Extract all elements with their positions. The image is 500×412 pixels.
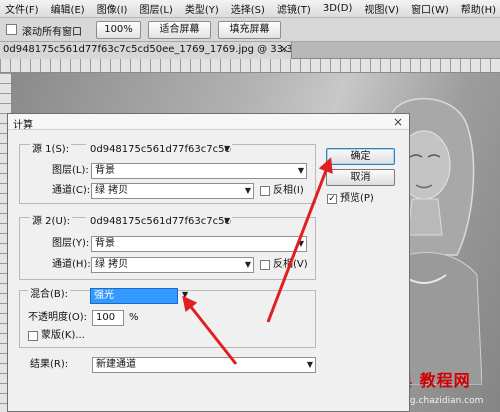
menu-view[interactable]: 视图(V)	[359, 1, 406, 16]
source1-file-value: 0d948175c561d77f63c7c5cd...	[90, 144, 232, 155]
blend-label: 混合(B):	[28, 288, 71, 302]
dialog-titlebar[interactable]: 计算 ×	[8, 114, 409, 131]
zoom-100-button[interactable]: 100%	[96, 21, 141, 39]
fill-screen-button[interactable]: 填充屏幕	[218, 21, 281, 39]
mask-label[interactable]: 蒙版(K)...	[41, 329, 85, 343]
source1-channel-label: 通道(C):	[52, 185, 91, 196]
source1-invert-checkbox[interactable]	[260, 186, 270, 196]
source1-layer-label: 图层(L):	[52, 165, 89, 176]
horizontal-ruler	[0, 59, 500, 73]
calculations-dialog: 计算 × 源 1(S): 0d948175c561d77f63c7c5cd...…	[7, 113, 410, 412]
chevron-down-icon[interactable]: ▼	[224, 142, 230, 156]
menu-bar: 文件(F) 编辑(E) 图像(I) 图层(L) 类型(Y) 选择(S) 滤镜(T…	[0, 0, 500, 18]
chevron-down-icon[interactable]: ▼	[224, 214, 230, 228]
menu-type[interactable]: 类型(Y)	[180, 1, 226, 16]
preview-checkbox[interactable]: ✓	[327, 194, 337, 204]
ok-button[interactable]: 确定	[326, 148, 395, 165]
options-bar: 滚动所有窗口 100% 适合屏幕 填充屏幕	[0, 18, 500, 42]
dialog-title: 计算	[13, 120, 33, 131]
blend-mode-value: 强光	[94, 290, 114, 301]
menu-layer[interactable]: 图层(L)	[134, 1, 179, 16]
menu-select[interactable]: 选择(S)	[226, 1, 272, 16]
source1-label: 源 1(S):	[30, 143, 72, 157]
chevron-down-icon[interactable]: ▼	[182, 288, 188, 302]
source1-layer-value: 背景	[95, 165, 115, 176]
source2-label: 源 2(U):	[30, 215, 73, 229]
menu-edit[interactable]: 编辑(E)	[46, 1, 92, 16]
document-tab-bar: 0d948175c561d77f63c7c5cd50ee_1769_1769.j…	[0, 42, 500, 59]
source2-file-value: 0d948175c561d77f63c7c5cd...	[90, 216, 232, 227]
source2-file-select[interactable]: 0d948175c561d77f63c7c5cd...	[86, 214, 232, 230]
source2-layer-label: 图层(Y):	[52, 238, 90, 249]
source1-channel-value: 绿 拷贝	[95, 185, 129, 196]
menu-image[interactable]: 图像(I)	[92, 1, 135, 16]
preview-label: 预览(P)	[340, 193, 374, 204]
source1-invert-label: 反相(I)	[273, 185, 304, 196]
result-select[interactable]: 新建通道 ▼	[92, 357, 316, 373]
source2-layer-select[interactable]: 背景 ▼	[91, 236, 307, 252]
menu-filter[interactable]: 滤镜(T)	[272, 1, 318, 16]
menu-3d[interactable]: 3D(D)	[318, 3, 360, 14]
result-value: 新建通道	[96, 359, 136, 370]
source2-channel-value: 绿 拷贝	[95, 259, 129, 270]
source2-layer-value: 背景	[95, 238, 115, 249]
opacity-input[interactable]: 100	[92, 310, 124, 326]
cancel-button[interactable]: 取消	[326, 169, 395, 186]
source1-file-select[interactable]: 0d948175c561d77f63c7c5cd...	[86, 142, 232, 158]
chevron-down-icon: ▼	[306, 360, 313, 369]
source2-channel-label: 通道(H):	[52, 259, 91, 270]
opacity-label: 不透明度(O):	[28, 312, 88, 323]
source2-channel-select[interactable]: 绿 拷贝 ▼	[91, 257, 254, 273]
scroll-all-label: 滚动所有窗口	[22, 27, 82, 38]
source2-invert-checkbox[interactable]	[260, 260, 270, 270]
document-tab[interactable]: 0d948175c561d77f63c7c5cd50ee_1769_1769.j…	[0, 42, 292, 59]
scroll-all-checkbox[interactable]	[6, 24, 17, 35]
dialog-close-icon[interactable]: ×	[393, 115, 403, 129]
source2-invert-label: 反相(V)	[273, 259, 308, 270]
close-tab-icon[interactable]: ×	[280, 44, 288, 55]
source1-channel-select[interactable]: 绿 拷贝 ▼	[91, 183, 254, 199]
chevron-down-icon: ▼	[297, 239, 304, 248]
source1-layer-select[interactable]: 背景 ▼	[91, 163, 307, 179]
document-tab-title: 0d948175c561d77f63c7c5cd50ee_1769_1769.j…	[3, 44, 292, 55]
mask-checkbox[interactable]	[28, 331, 38, 341]
result-label: 结果(R):	[30, 359, 69, 370]
menu-file[interactable]: 文件(F)	[0, 1, 46, 16]
opacity-unit: %	[129, 312, 139, 323]
menu-window[interactable]: 窗口(W)	[406, 1, 456, 16]
chevron-down-icon: ▼	[244, 260, 251, 269]
chevron-down-icon: ▼	[244, 186, 251, 195]
chevron-down-icon: ▼	[297, 166, 304, 175]
blend-mode-select[interactable]: 强光	[90, 288, 178, 304]
fit-screen-button[interactable]: 适合屏幕	[148, 21, 211, 39]
menu-help[interactable]: 帮助(H)	[456, 1, 500, 16]
